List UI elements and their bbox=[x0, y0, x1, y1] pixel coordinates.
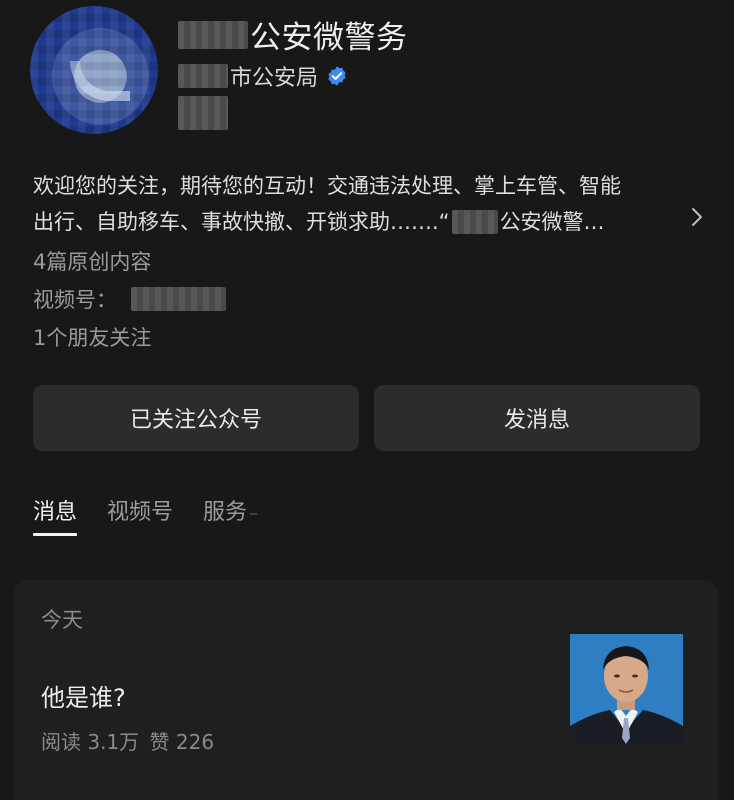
article-thumbnail[interactable] bbox=[570, 634, 683, 746]
description-line-2: 出行、自助移车、事故快撤、开锁求助…….“ 公安微警… bbox=[33, 204, 713, 240]
account-description[interactable]: 欢迎您的关注，期待您的互动！交通违法处理、掌上车管、智能 出行、自助移车、事故快… bbox=[33, 168, 713, 240]
tab-video-channel[interactable]: 视频号 bbox=[107, 494, 173, 536]
article-stats: 阅读 3.1万 赞 226 bbox=[41, 726, 218, 755]
redacted-text bbox=[178, 96, 228, 130]
account-name: 公安微警务 bbox=[250, 20, 408, 56]
send-message-button[interactable]: 发消息 bbox=[374, 385, 700, 451]
content-tabs: 消息 视频号 服务 – bbox=[33, 494, 258, 536]
friends-following[interactable]: 1个朋友关注 bbox=[33, 322, 151, 352]
account-avatar[interactable] bbox=[30, 6, 158, 134]
video-channel-label: 视频号： bbox=[33, 288, 117, 312]
original-content-count[interactable]: 4篇原创内容 bbox=[33, 246, 151, 276]
feed-date: 今天 bbox=[41, 608, 83, 632]
account-title-row: 公安微警务 bbox=[178, 12, 408, 57]
description-text: 公安微警… bbox=[499, 210, 605, 234]
account-org: 市公安局 bbox=[230, 66, 319, 91]
article-title[interactable]: 他是谁? bbox=[41, 678, 126, 713]
tab-overflow-fade: – bbox=[249, 503, 259, 524]
description-text: 出行、自助移车、事故快撤、开锁求助…….“ bbox=[33, 210, 450, 234]
description-line-1: 欢迎您的关注，期待您的互动！交通违法处理、掌上车管、智能 bbox=[33, 174, 621, 198]
tab-messages[interactable]: 消息 bbox=[33, 494, 78, 536]
followed-button[interactable]: 已关注公众号 bbox=[33, 385, 359, 451]
redacted-text bbox=[131, 287, 226, 311]
tab-services[interactable]: 服务 bbox=[203, 494, 247, 536]
article-reads: 阅读 3.1万 bbox=[41, 730, 140, 754]
chevron-right-icon[interactable] bbox=[689, 206, 705, 228]
portrait-image bbox=[570, 634, 683, 746]
redacted-text bbox=[451, 210, 498, 234]
message-card[interactable]: 今天 他是谁? 阅读 3.1万 赞 226 bbox=[14, 580, 718, 800]
redacted-text bbox=[178, 64, 228, 88]
video-channel-row[interactable]: 视频号： bbox=[33, 284, 226, 314]
avatar-emblem bbox=[70, 61, 130, 101]
article-likes: 赞 226 bbox=[149, 730, 215, 754]
account-org-row: 市公安局 bbox=[178, 60, 348, 92]
verified-badge-icon bbox=[328, 66, 346, 86]
redacted-text bbox=[178, 20, 248, 49]
